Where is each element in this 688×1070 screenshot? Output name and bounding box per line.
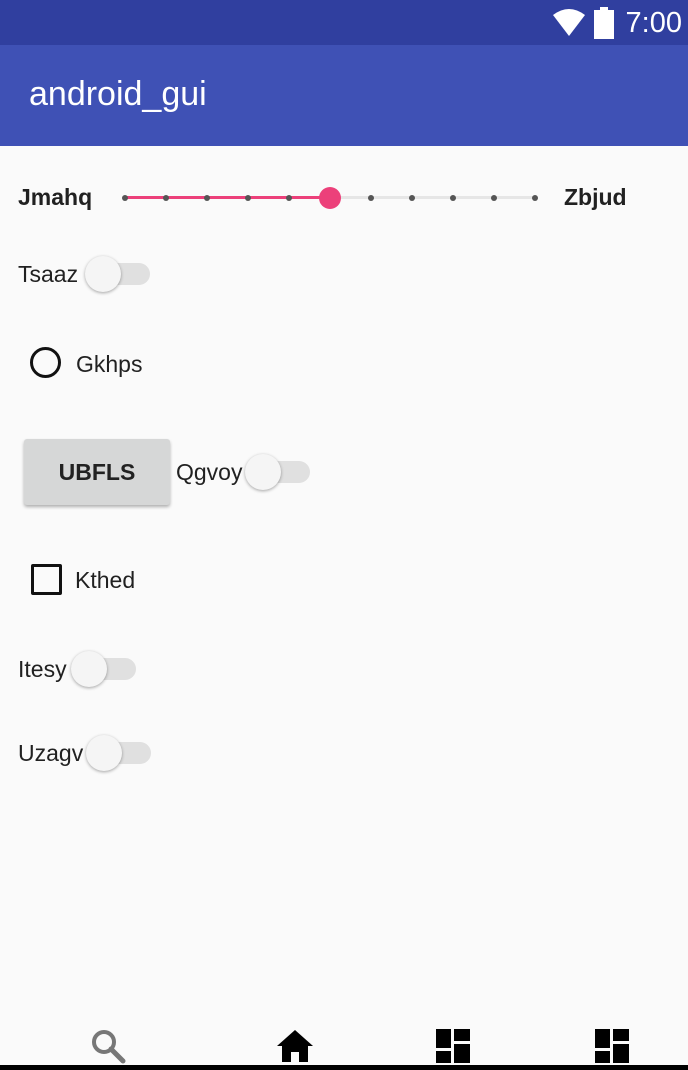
switch-thumb[interactable]: [86, 735, 122, 771]
radio-label: Gkhps: [76, 351, 143, 377]
nav-dashboard-2[interactable]: [592, 1026, 632, 1066]
switch-label: Itesy: [18, 656, 67, 682]
seekbar-right-label: Zbjud: [564, 184, 627, 210]
app-title: android_gui: [29, 75, 207, 113]
switch-label: Uzagv: [18, 740, 84, 766]
seekbar-tick: [286, 195, 292, 201]
checkbox[interactable]: [31, 564, 62, 595]
battery-icon: [593, 7, 614, 39]
status-bar: 7:00: [0, 0, 688, 45]
seekbar-tick: [368, 195, 374, 201]
status-clock: 7:00: [625, 6, 682, 39]
discrete-seekbar[interactable]: [115, 180, 545, 216]
ubfls-button[interactable]: UBFLS: [24, 439, 170, 505]
checkbox-label: Kthed: [75, 567, 136, 593]
dashboard-icon: [436, 1029, 470, 1063]
switch-label: Tsaaz: [18, 261, 79, 287]
seekbar-tick: [409, 195, 415, 201]
home-icon: [277, 1030, 313, 1062]
seekbar-tick: [204, 195, 210, 201]
nav-search[interactable]: [88, 1026, 128, 1066]
switch-label: Qgvoy: [176, 459, 243, 485]
seekbar-thumb[interactable]: [319, 187, 341, 209]
dashboard-icon: [595, 1029, 629, 1063]
nav-home[interactable]: [275, 1026, 315, 1066]
seekbar-tick: [532, 195, 538, 201]
seekbar-tick: [163, 195, 169, 201]
radio-button[interactable]: [30, 347, 61, 378]
seekbar-tick: [122, 195, 128, 201]
wifi-icon: [552, 9, 585, 36]
seekbar-tick: [491, 195, 497, 201]
seekbar-tick: [450, 195, 456, 201]
nav-dashboard-1[interactable]: [433, 1026, 473, 1066]
search-icon: [92, 1030, 126, 1064]
app-bar: android_gui: [0, 45, 688, 146]
seekbar-track: [331, 196, 535, 199]
switch-thumb[interactable]: [245, 454, 281, 490]
status-icons: 7:00: [552, 6, 682, 40]
bottom-navigation: [0, 1010, 688, 1070]
seekbar-tick: [245, 195, 251, 201]
seekbar-progress: [125, 196, 331, 199]
seekbar-left-label: Jmahq: [18, 184, 93, 210]
switch-thumb[interactable]: [71, 651, 107, 687]
bottom-divider: [0, 1065, 688, 1070]
switch-thumb[interactable]: [85, 256, 121, 292]
